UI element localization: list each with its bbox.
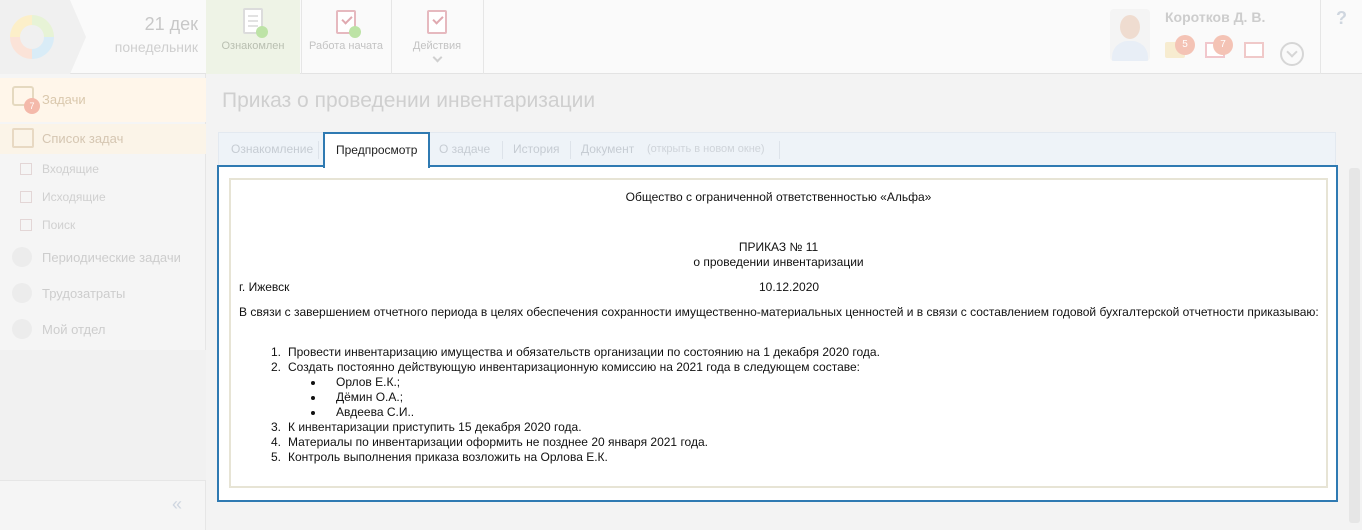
sidebar-lower-section [0,350,206,480]
commission-member-name: Орлов Е.К.; [336,375,401,389]
tab-history[interactable]: История [513,133,560,166]
bullet-icon [311,411,315,415]
document-organization: Общество с ограниченной ответственностью… [625,190,932,204]
open-in-new-window-link[interactable]: (открыть в новом окне) [647,133,765,166]
sidebar-item-label: Входящие [42,162,99,176]
top-bar: 21 дек понедельник Ознакомлен Работа нач… [0,0,1362,74]
people-icon [12,319,32,339]
sidebar-item-label: Периодические задачи [42,250,181,265]
document-order-subject: о проведении инвентаризации [693,255,864,269]
list-item-text: Провести инвентаризацию имущества и обяз… [288,345,880,359]
document-preview: Общество с ограниченной ответственностью… [229,178,1328,488]
help-button[interactable]: ? [1320,0,1362,74]
mail-count-badge: 5 [1175,35,1195,55]
commission-member-name: Авдеева С.И.. [336,405,415,419]
sidebar-item-task-list[interactable]: Список задач [0,124,206,154]
bullet-icon [311,396,315,400]
tabs-bar: Ознакомление Предпросмотр О задаче Истор… [218,132,1336,168]
list-item-text: Контроль выполнения приказа возложить на… [288,450,608,464]
incoming-icon [20,163,32,175]
sidebar-item-department[interactable]: Мой отдел [0,314,206,344]
tab-about[interactable]: О задаче [439,133,490,166]
sidebar-item-tasks[interactable]: 7 Задачи [0,78,206,122]
clock-icon [12,283,32,303]
sidebar: 7 Задачи Список задач Входящие Исходящие… [0,74,206,530]
list-item-number: 1. [270,345,281,359]
sidebar-item-incoming[interactable]: Входящие [0,157,206,181]
sidebar-item-label: Задачи [42,92,86,107]
tab-document[interactable]: Документ [581,133,634,166]
list-item-number: 5. [270,450,281,464]
sidebar-item-search[interactable]: Поиск [0,213,206,237]
sidebar-item-label: Поиск [42,218,76,232]
document-intro: В связи с завершением отчетного периода … [239,305,1319,319]
date-day: 21 дек [144,14,198,34]
tab-preview[interactable]: Предпросмотр [323,132,431,168]
bullet-icon [311,381,315,385]
app-logo[interactable] [0,0,86,74]
task-check-icon [424,8,450,36]
collapse-sidebar-button[interactable]: « [172,494,182,515]
tasks-count-badge: 7 [1213,35,1233,55]
actions-button[interactable]: Действия [392,0,482,74]
sidebar-item-outgoing[interactable]: Исходящие [0,185,206,209]
work-started-label: Работа начата [309,40,383,52]
chevron-down-icon [432,52,442,63]
toolbar-divider [483,0,484,74]
logo-ring-icon [10,15,54,59]
sidebar-item-effort[interactable]: Трудозатраты [0,278,206,308]
sidebar-item-label: Мой отдел [42,322,106,337]
commission-member-name: Дёмин О.А.; [336,390,404,404]
sidebar-item-periodic[interactable]: Периодические задачи [0,242,206,272]
list-item-text: К инвентаризации приступить 15 декабря 2… [288,420,582,434]
acknowledged-label: Ознакомлен [221,40,285,52]
actions-label: Действия [412,40,462,52]
acknowledged-button[interactable]: Ознакомлен [206,0,300,74]
task-play-icon [333,8,361,38]
calendar-icon[interactable] [1244,42,1264,58]
outgoing-icon [20,191,32,203]
preview-panel: Общество с ограниченной ответственностью… [217,165,1338,502]
tab-divider [502,141,503,159]
search-icon [20,219,32,231]
sidebar-item-label: Трудозатраты [42,286,126,301]
tab-divider [318,141,319,159]
checklist-icon [12,128,34,148]
sidebar-item-label: Список задач [42,131,124,146]
sidebar-item-label: Исходящие [42,190,106,204]
list-item-text: Материалы по инвентаризации оформить не … [288,435,708,449]
tab-acknowledgement[interactable]: Ознакомление [231,133,313,166]
user-name[interactable]: Коротков Д. В. [1165,9,1265,25]
avatar[interactable] [1110,9,1150,61]
repeat-icon [12,247,32,267]
list-item-number: 2. [270,360,281,374]
document-order-number: ПРИКАЗ № 11 [738,240,819,254]
user-menu-button[interactable] [1280,42,1304,66]
document-city: г. Ижевск [239,280,290,294]
tab-divider [779,141,780,159]
date-weekday: понедельник [114,39,198,55]
document-date: 10.12.2020 [759,280,820,294]
page-title: Приказ о проведении инвентаризации [222,89,596,112]
page-scrollbar[interactable] [1349,168,1360,523]
tab-divider [570,141,571,159]
list-item-text: Создать постоянно действующую инвентариз… [288,360,860,374]
work-started-button[interactable]: Работа начата [302,0,390,74]
list-item-number: 3. [270,420,281,434]
list-item-number: 4. [270,435,281,449]
document-check-icon [240,8,268,38]
tasks-badge: 7 [24,98,40,114]
